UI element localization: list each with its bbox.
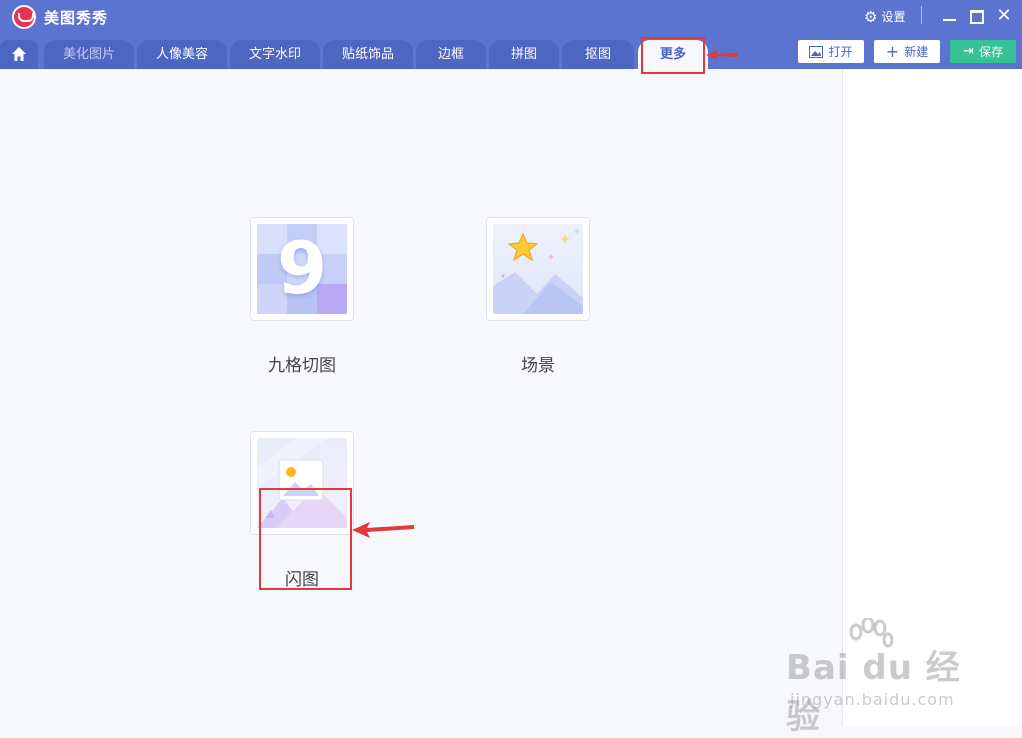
nine-grid-icon: 9 — [257, 224, 347, 314]
tab-label: 拼图 — [510, 47, 537, 62]
gear-icon: ⚙ — [864, 7, 878, 26]
tab-label: 美化图片 — [62, 47, 115, 62]
watermark-url: jingyan.baidu.com — [790, 690, 955, 709]
title-bar: 美图秀秀 ⚙ 设置 ✕ — [0, 0, 1022, 34]
tab-border[interactable]: 边框 — [416, 40, 486, 69]
image-icon — [809, 45, 824, 58]
highlight-box-more — [641, 37, 705, 74]
baidu-jingyan-watermark: Bai du 经验 jingyan.baidu.com — [786, 618, 986, 737]
tab-label: 文字水印 — [248, 47, 301, 62]
tab-beautify[interactable]: 美化图片 — [44, 40, 134, 69]
minimize-button[interactable] — [940, 6, 960, 26]
home-icon — [12, 47, 26, 61]
annotation-arrow — [706, 50, 738, 60]
settings-button[interactable]: ⚙ 设置 — [864, 8, 905, 25]
tool-nine-grid[interactable]: 9 九格切图 — [250, 217, 354, 376]
tab-label: 贴纸饰品 — [341, 47, 394, 62]
maximize-button[interactable] — [967, 6, 987, 26]
tab-collage[interactable]: 拼图 — [489, 40, 559, 69]
export-icon: ⇥ — [963, 44, 974, 59]
tab-bar: 美化图片 人像美容 文字水印 贴纸饰品 边框 拼图 抠图 更多 打开 + 新建 … — [0, 34, 1022, 74]
tab-cutout[interactable]: 抠图 — [562, 40, 634, 69]
annotation-arrow — [352, 522, 414, 538]
tab-label: 人像美容 — [155, 47, 208, 62]
tab-label: 边框 — [437, 47, 464, 62]
tab-home[interactable] — [0, 40, 38, 69]
close-icon: ✕ — [996, 5, 1012, 26]
app-logo-icon — [12, 5, 36, 29]
open-label: 打开 — [828, 45, 853, 59]
tool-scene[interactable]: 场景 — [486, 217, 590, 376]
plus-icon: + — [885, 42, 900, 61]
tab-label: 抠图 — [584, 47, 611, 62]
highlight-box-flash-image — [259, 488, 352, 590]
settings-label: 设置 — [881, 10, 906, 24]
app-title: 美图秀秀 — [44, 9, 109, 27]
tab-stickers[interactable]: 贴纸饰品 — [323, 40, 413, 69]
tab-portrait[interactable]: 人像美容 — [137, 40, 227, 69]
scene-thumbnail — [486, 217, 590, 321]
nine-grid-thumbnail: 9 — [250, 217, 354, 321]
new-button[interactable]: + 新建 — [874, 40, 940, 63]
nine-glyph: 9 — [277, 226, 328, 310]
tool-label: 场景 — [521, 356, 555, 376]
scene-icon — [493, 224, 583, 314]
tab-text-watermark[interactable]: 文字水印 — [230, 40, 320, 69]
open-button[interactable]: 打开 — [798, 40, 864, 63]
save-button[interactable]: ⇥ 保存 — [950, 40, 1016, 63]
close-button[interactable]: ✕ — [994, 6, 1014, 26]
new-label: 新建 — [904, 45, 929, 59]
save-label: 保存 — [978, 45, 1003, 59]
tool-label: 九格切图 — [268, 356, 336, 376]
watermark-text: Bai du 经验 — [786, 648, 961, 737]
titlebar-divider — [921, 6, 922, 24]
